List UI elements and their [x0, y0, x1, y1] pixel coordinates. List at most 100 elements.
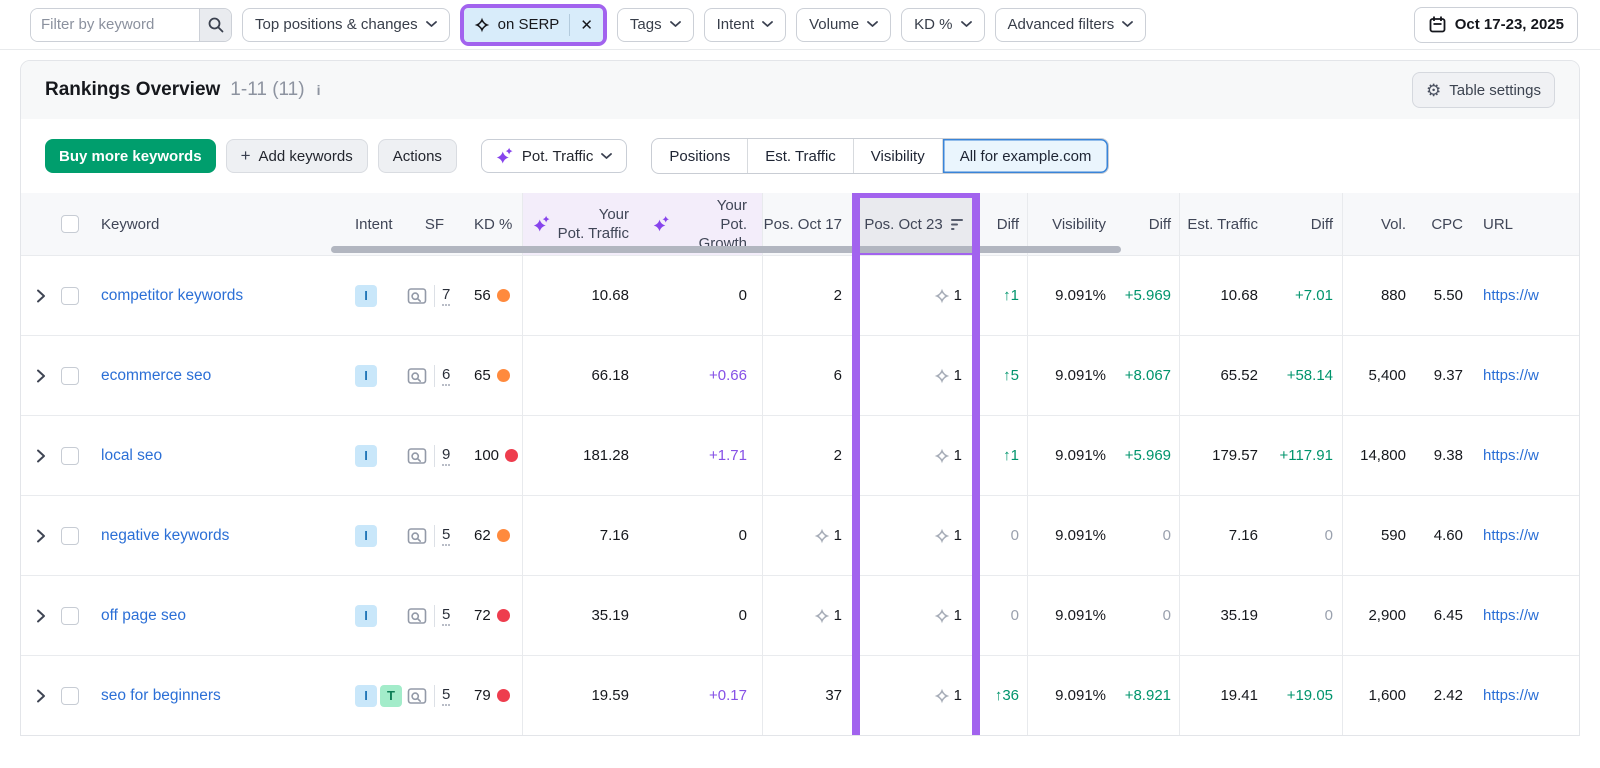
keyword-link[interactable]: negative keywords: [101, 527, 229, 545]
col-volume[interactable]: Vol.: [1381, 216, 1406, 233]
url-link[interactable]: https://w: [1483, 447, 1539, 464]
col-url[interactable]: URL: [1483, 216, 1513, 233]
keyword-link[interactable]: local seo: [101, 447, 162, 465]
add-keywords-label: Add keywords: [259, 148, 353, 165]
col-cpc[interactable]: CPC: [1431, 216, 1463, 233]
expand-row-icon[interactable]: [36, 689, 46, 703]
pot-traffic-value: 10.68: [591, 287, 629, 304]
col-intent[interactable]: Intent: [355, 216, 393, 233]
intent-badge-transactional[interactable]: T: [380, 685, 402, 707]
expand-row-icon[interactable]: [36, 529, 46, 543]
tab-est-traffic[interactable]: Est. Traffic: [748, 139, 854, 173]
serp-preview-icon[interactable]: [407, 287, 427, 305]
sf-divider: [434, 445, 435, 467]
info-icon[interactable]: i: [315, 82, 323, 98]
row-checkbox[interactable]: [61, 687, 79, 705]
row-checkbox[interactable]: [61, 287, 79, 305]
expand-row-icon[interactable]: [36, 449, 46, 463]
col-est-traffic[interactable]: Est. Traffic: [1187, 216, 1258, 233]
metric-dropdown[interactable]: Pot. Traffic: [481, 139, 627, 173]
serp-features-count[interactable]: 5: [442, 606, 450, 626]
add-keywords-button[interactable]: + Add keywords: [226, 139, 368, 173]
pot-growth-value: +1.71: [709, 447, 747, 464]
chevron-down-icon: [601, 153, 612, 160]
actions-label: Actions: [393, 148, 442, 165]
serp-features-count[interactable]: 6: [442, 366, 450, 386]
url-link[interactable]: https://w: [1483, 287, 1539, 304]
row-checkbox[interactable]: [61, 447, 79, 465]
search-button[interactable]: [199, 9, 231, 41]
tab-est-traffic-label: Est. Traffic: [765, 148, 836, 165]
intent-badge-informational[interactable]: I: [355, 285, 377, 307]
col-diff-est[interactable]: Diff: [1311, 216, 1333, 233]
serp-features-count[interactable]: 7: [442, 286, 450, 306]
date-range-button[interactable]: Oct 17-23, 2025: [1414, 7, 1578, 43]
intent-dropdown[interactable]: Intent: [704, 8, 787, 42]
pos-oct23-value: 1: [954, 447, 962, 464]
col-sf[interactable]: SF: [425, 216, 444, 233]
col-visibility[interactable]: Visibility: [1052, 216, 1106, 233]
visibility-diff-value: 0: [1163, 607, 1171, 624]
expand-row-icon[interactable]: [36, 609, 46, 623]
rankings-table: Keyword Intent SF KD % Your Pot. Traffic…: [21, 193, 1579, 735]
keyword-link[interactable]: seo for beginners: [101, 687, 221, 705]
serp-preview-icon[interactable]: [407, 687, 427, 705]
col-keyword[interactable]: Keyword: [101, 216, 159, 233]
serp-preview-icon[interactable]: [407, 527, 427, 545]
table-settings-button[interactable]: ⚙ Table settings: [1412, 72, 1555, 108]
top-positions-dropdown[interactable]: Top positions & changes: [242, 8, 450, 42]
intent-badge-informational[interactable]: I: [355, 445, 377, 467]
highlight-column-left-bar: [852, 193, 860, 735]
pot-traffic-value: 181.28: [583, 447, 629, 464]
remove-serp-filter-icon[interactable]: ✕: [580, 16, 593, 34]
tab-all-for-domain[interactable]: All for example.com: [943, 139, 1109, 173]
url-link[interactable]: https://w: [1483, 687, 1539, 704]
actions-button[interactable]: Actions: [378, 139, 457, 173]
table-row: ecommerce seo I 6 65 66.18 +0.66 6 1 ↑5 …: [21, 335, 1579, 415]
select-all-checkbox[interactable]: [61, 215, 79, 233]
col-kd[interactable]: KD %: [474, 216, 512, 233]
table-row: local seo I 9 100 181.28 +1.71 2 1 ↑1 9.…: [21, 415, 1579, 495]
expand-row-icon[interactable]: [36, 289, 46, 303]
keyword-filter-input[interactable]: [31, 9, 199, 41]
keyword-link[interactable]: competitor keywords: [101, 287, 243, 305]
intent-badge-informational[interactable]: I: [355, 685, 377, 707]
intent-badge-informational[interactable]: I: [355, 525, 377, 547]
kd-difficulty-dot: [497, 289, 510, 302]
keyword-link[interactable]: ecommerce seo: [101, 367, 211, 385]
tab-positions[interactable]: Positions: [652, 139, 748, 173]
buy-more-keywords-button[interactable]: Buy more keywords: [45, 139, 216, 173]
horizontal-scrollbar[interactable]: [331, 246, 1121, 253]
keyword-link[interactable]: off page seo: [101, 607, 186, 625]
tab-visibility[interactable]: Visibility: [854, 139, 943, 173]
serp-features-count[interactable]: 9: [442, 446, 450, 466]
intent-badge-informational[interactable]: I: [355, 605, 377, 627]
serp-preview-icon[interactable]: [407, 367, 427, 385]
serp-preview-icon[interactable]: [407, 607, 427, 625]
calendar-icon: [1428, 15, 1447, 34]
row-checkbox[interactable]: [61, 527, 79, 545]
serp-preview-icon[interactable]: [407, 447, 427, 465]
url-link[interactable]: https://w: [1483, 527, 1539, 544]
chevron-down-icon: [867, 21, 878, 28]
col-diff-visibility[interactable]: Diff: [1149, 216, 1171, 233]
on-serp-chip[interactable]: on SERP ✕: [464, 8, 603, 42]
expand-row-icon[interactable]: [36, 369, 46, 383]
highlight-column-right-bar: [972, 193, 980, 735]
volume-dropdown[interactable]: Volume: [796, 8, 891, 42]
pot-traffic-value: 19.59: [591, 687, 629, 704]
kd-dropdown[interactable]: KD %: [901, 8, 984, 42]
row-checkbox[interactable]: [61, 607, 79, 625]
serp-features-count[interactable]: 5: [442, 526, 450, 546]
visibility-value: 9.091%: [1055, 287, 1106, 304]
col-pos-oct17[interactable]: Pos. Oct 17: [764, 216, 842, 233]
intent-badge-informational[interactable]: I: [355, 365, 377, 387]
url-link[interactable]: https://w: [1483, 367, 1539, 384]
url-link[interactable]: https://w: [1483, 607, 1539, 624]
advanced-filters-dropdown[interactable]: Advanced filters: [995, 8, 1147, 42]
ai-sparkles-icon: [533, 215, 551, 233]
serp-features-count[interactable]: 5: [442, 686, 450, 706]
tags-dropdown[interactable]: Tags: [617, 8, 694, 42]
col-diff-pos[interactable]: Diff: [997, 216, 1019, 233]
row-checkbox[interactable]: [61, 367, 79, 385]
